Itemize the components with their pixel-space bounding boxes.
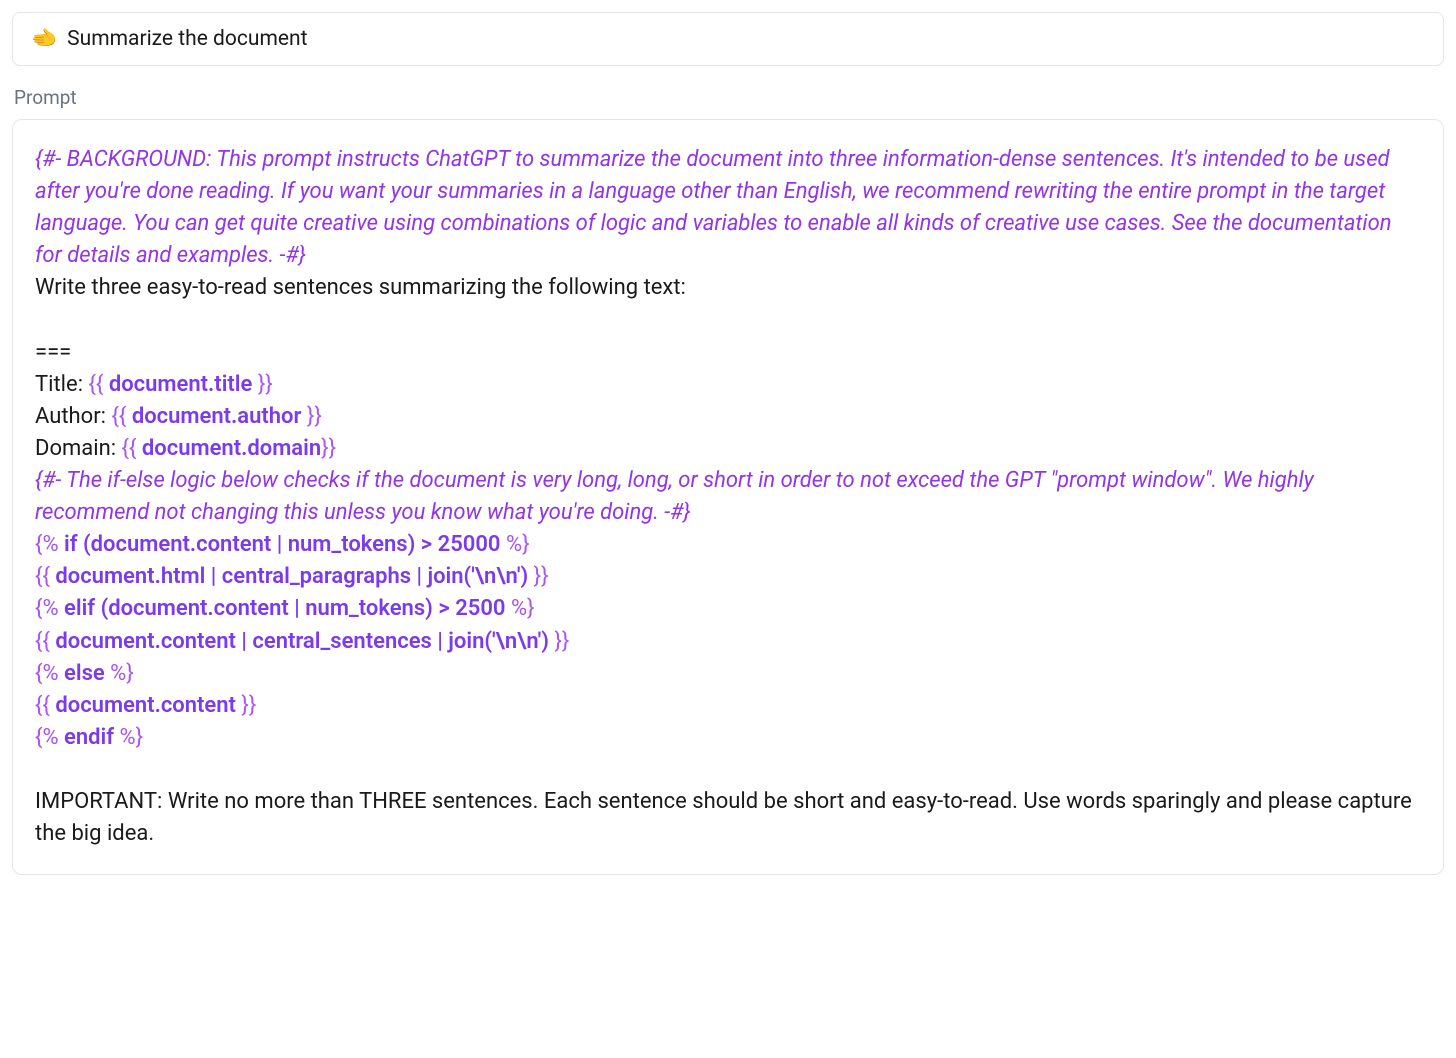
- template-var: document.title: [109, 372, 253, 397]
- template-comment: {#- The if-else logic below checks if th…: [35, 468, 1314, 525]
- delim-open: {{: [88, 372, 108, 397]
- template-expr: document.content | central_sentences | j…: [55, 629, 549, 654]
- delim-close: }}: [236, 693, 256, 718]
- template-expr: document.content: [55, 693, 236, 718]
- delim-open: {{: [35, 564, 55, 589]
- delim-close: %}: [105, 661, 134, 686]
- delim-open: {%: [35, 661, 64, 686]
- prompt-editor[interactable]: {#- BACKGROUND: This prompt instructs Ch…: [12, 119, 1444, 875]
- template-comment: {#- BACKGROUND: This prompt instructs Ch…: [35, 147, 1392, 268]
- delim-close: }}: [528, 564, 548, 589]
- delim-close: %}: [505, 596, 534, 621]
- prompt-text: Write three easy-to-read sentences summa…: [35, 275, 686, 300]
- delim-close: %}: [114, 725, 143, 750]
- template-var: document.domain: [142, 436, 321, 461]
- delim-close: }}: [321, 436, 336, 461]
- delim-open: {%: [35, 725, 64, 750]
- field-label: Author:: [35, 404, 111, 429]
- delim-open: {{: [35, 693, 55, 718]
- template-logic: elif (document.content | num_tokens) > 2…: [64, 596, 505, 621]
- prompt-label: Prompt: [12, 86, 1444, 109]
- title-text: Summarize the document: [67, 27, 307, 51]
- field-label: Domain:: [35, 436, 122, 461]
- delim-close: }}: [301, 404, 321, 429]
- delim-open: {%: [35, 596, 64, 621]
- template-logic: if (document.content | num_tokens) > 250…: [64, 532, 500, 557]
- delim-open: {{: [35, 629, 55, 654]
- delim-open: {{: [111, 404, 131, 429]
- template-logic: endif: [64, 725, 114, 750]
- template-expr: document.html | central_paragraphs | joi…: [55, 564, 528, 589]
- delim-close: }}: [252, 372, 272, 397]
- prompt-text: IMPORTANT: Write no more than THREE sent…: [35, 789, 1412, 846]
- pointing-hand-icon: 🫲: [31, 29, 57, 50]
- delim-open: {%: [35, 532, 64, 557]
- delim-close: }}: [549, 629, 569, 654]
- template-var: document.author: [132, 404, 302, 429]
- delim-close: %}: [501, 532, 530, 557]
- template-logic: else: [64, 661, 105, 686]
- separator: ===: [35, 340, 71, 365]
- title-input[interactable]: 🫲 Summarize the document: [12, 12, 1444, 66]
- field-label: Title:: [35, 372, 88, 397]
- delim-open: {{: [122, 436, 142, 461]
